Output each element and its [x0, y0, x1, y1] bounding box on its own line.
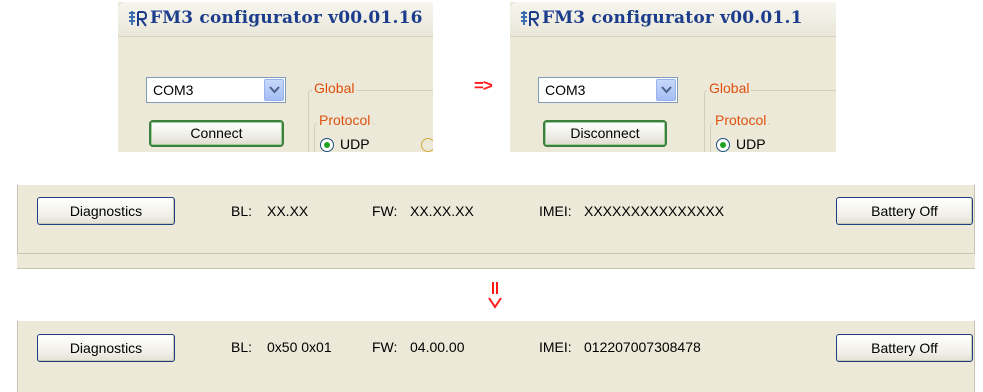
- protocol-group-label: Protocol: [713, 112, 769, 128]
- window-after-connect: FM3 configurator v00.01.1 COM3 Disconnec…: [510, 2, 836, 152]
- diagnostics-panel-after: Diagnostics BL: 0x50 0x01 FW: 04.00.00 I…: [17, 320, 975, 392]
- transition-arrow: =>: [474, 76, 493, 95]
- dropdown-arrow-icon[interactable]: [264, 79, 284, 101]
- battery-off-button[interactable]: Battery Off: [836, 197, 973, 225]
- imei-label: IMEI:: [539, 203, 572, 219]
- global-group-label: Global: [312, 80, 357, 96]
- udp-radio[interactable]: [320, 138, 334, 152]
- fw-label: FW:: [372, 339, 398, 355]
- panel-bottom-edge: [17, 254, 975, 269]
- diagnostics-panel-before: Diagnostics BL: XX.XX FW: XX.XX.XX IMEI:…: [17, 184, 975, 254]
- bl-value: XX.XX: [267, 203, 309, 219]
- imei-label: IMEI:: [539, 339, 572, 355]
- bl-value: 0x50 0x01: [267, 339, 332, 355]
- app-icon: [521, 11, 539, 27]
- title-bar: FM3 configurator v00.01.1: [510, 2, 836, 37]
- window-before-connect: FM3 configurator v00.01.16 COM3 Connect …: [118, 2, 433, 152]
- window-title: FM3 configurator v00.01.1: [542, 8, 803, 28]
- com-port-value: COM3: [545, 82, 586, 98]
- dropdown-arrow-icon[interactable]: [656, 79, 676, 101]
- bl-label: BL:: [231, 339, 253, 355]
- protocol-group-label: Protocol: [317, 112, 373, 128]
- down-arrow-icon: [488, 282, 502, 309]
- connect-button[interactable]: Connect: [149, 120, 284, 147]
- global-group-label: Global: [707, 80, 752, 96]
- fw-value: 04.00.00: [410, 339, 465, 355]
- bl-label: BL:: [231, 203, 253, 219]
- second-radio[interactable]: [421, 138, 433, 152]
- app-icon: [129, 11, 147, 27]
- udp-radio-label: UDP: [736, 136, 766, 152]
- disconnect-button[interactable]: Disconnect: [543, 120, 667, 147]
- title-bar: FM3 configurator v00.01.16: [118, 2, 433, 37]
- window-title: FM3 configurator v00.01.16: [150, 8, 423, 28]
- udp-radio-label: UDP: [340, 136, 370, 152]
- udp-radio[interactable]: [716, 138, 730, 152]
- diagnostics-button[interactable]: Diagnostics: [37, 334, 175, 362]
- imei-value: 012207007308478: [584, 339, 701, 355]
- fw-value: XX.XX.XX: [410, 203, 474, 219]
- com-port-value: COM3: [153, 82, 194, 98]
- com-port-select[interactable]: COM3: [538, 77, 678, 103]
- battery-off-button[interactable]: Battery Off: [836, 334, 973, 362]
- com-port-select[interactable]: COM3: [146, 77, 286, 103]
- fw-label: FW:: [372, 203, 398, 219]
- imei-value: XXXXXXXXXXXXXXX: [584, 203, 725, 219]
- diagnostics-button[interactable]: Diagnostics: [37, 197, 175, 225]
